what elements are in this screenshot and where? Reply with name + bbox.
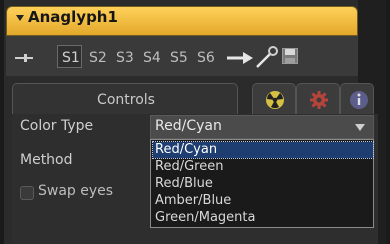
slot-s3[interactable]: S3 — [116, 50, 134, 66]
dropdown-option-green-magenta[interactable]: Green/Magenta — [153, 210, 373, 226]
arrow-right-icon[interactable] — [226, 52, 254, 64]
swap-eyes-checkbox[interactable] — [20, 186, 34, 200]
slot-s6[interactable]: S6 — [197, 50, 215, 66]
dropdown-option-red-blue[interactable]: Red/Blue — [153, 176, 373, 192]
info-icon — [350, 91, 368, 109]
right-border — [386, 0, 390, 244]
tab-settings[interactable] — [296, 83, 340, 115]
wand-icon[interactable] — [254, 45, 280, 71]
collapse-triangle-icon[interactable] — [16, 15, 24, 21]
tool-title: Anaglyph1 — [28, 8, 118, 26]
tab-controls-label: Controls — [97, 92, 155, 108]
left-border — [0, 0, 4, 244]
method-label: Method — [20, 152, 73, 168]
color-type-label: Color Type — [20, 118, 94, 134]
save-icon[interactable] — [282, 48, 298, 64]
chevron-down-icon[interactable] — [355, 124, 365, 131]
pin-icon[interactable] — [14, 52, 34, 64]
tab-radiation[interactable] — [252, 83, 296, 115]
slot-s4[interactable]: S4 — [143, 50, 161, 66]
dropdown-option-red-cyan[interactable]: Red/Cyan — [152, 141, 374, 159]
radiation-icon — [266, 91, 284, 109]
dropdown-option-red-green[interactable]: Red/Green — [153, 159, 373, 175]
slot-s2[interactable]: S2 — [89, 50, 107, 66]
slot-s1[interactable]: S1 — [62, 50, 80, 66]
gear-icon — [310, 91, 328, 109]
color-type-dropdown: Red/Cyan Red/Green Red/Blue Amber/Blue G… — [150, 139, 374, 228]
color-type-value[interactable]: Red/Cyan — [155, 118, 222, 134]
tab-info[interactable] — [340, 83, 374, 115]
tab-controls[interactable]: Controls — [12, 83, 238, 115]
swap-eyes-label[interactable]: Swap eyes — [38, 183, 113, 199]
dropdown-option-amber-blue[interactable]: Amber/Blue — [153, 193, 373, 209]
slot-s5[interactable]: S5 — [170, 50, 188, 66]
